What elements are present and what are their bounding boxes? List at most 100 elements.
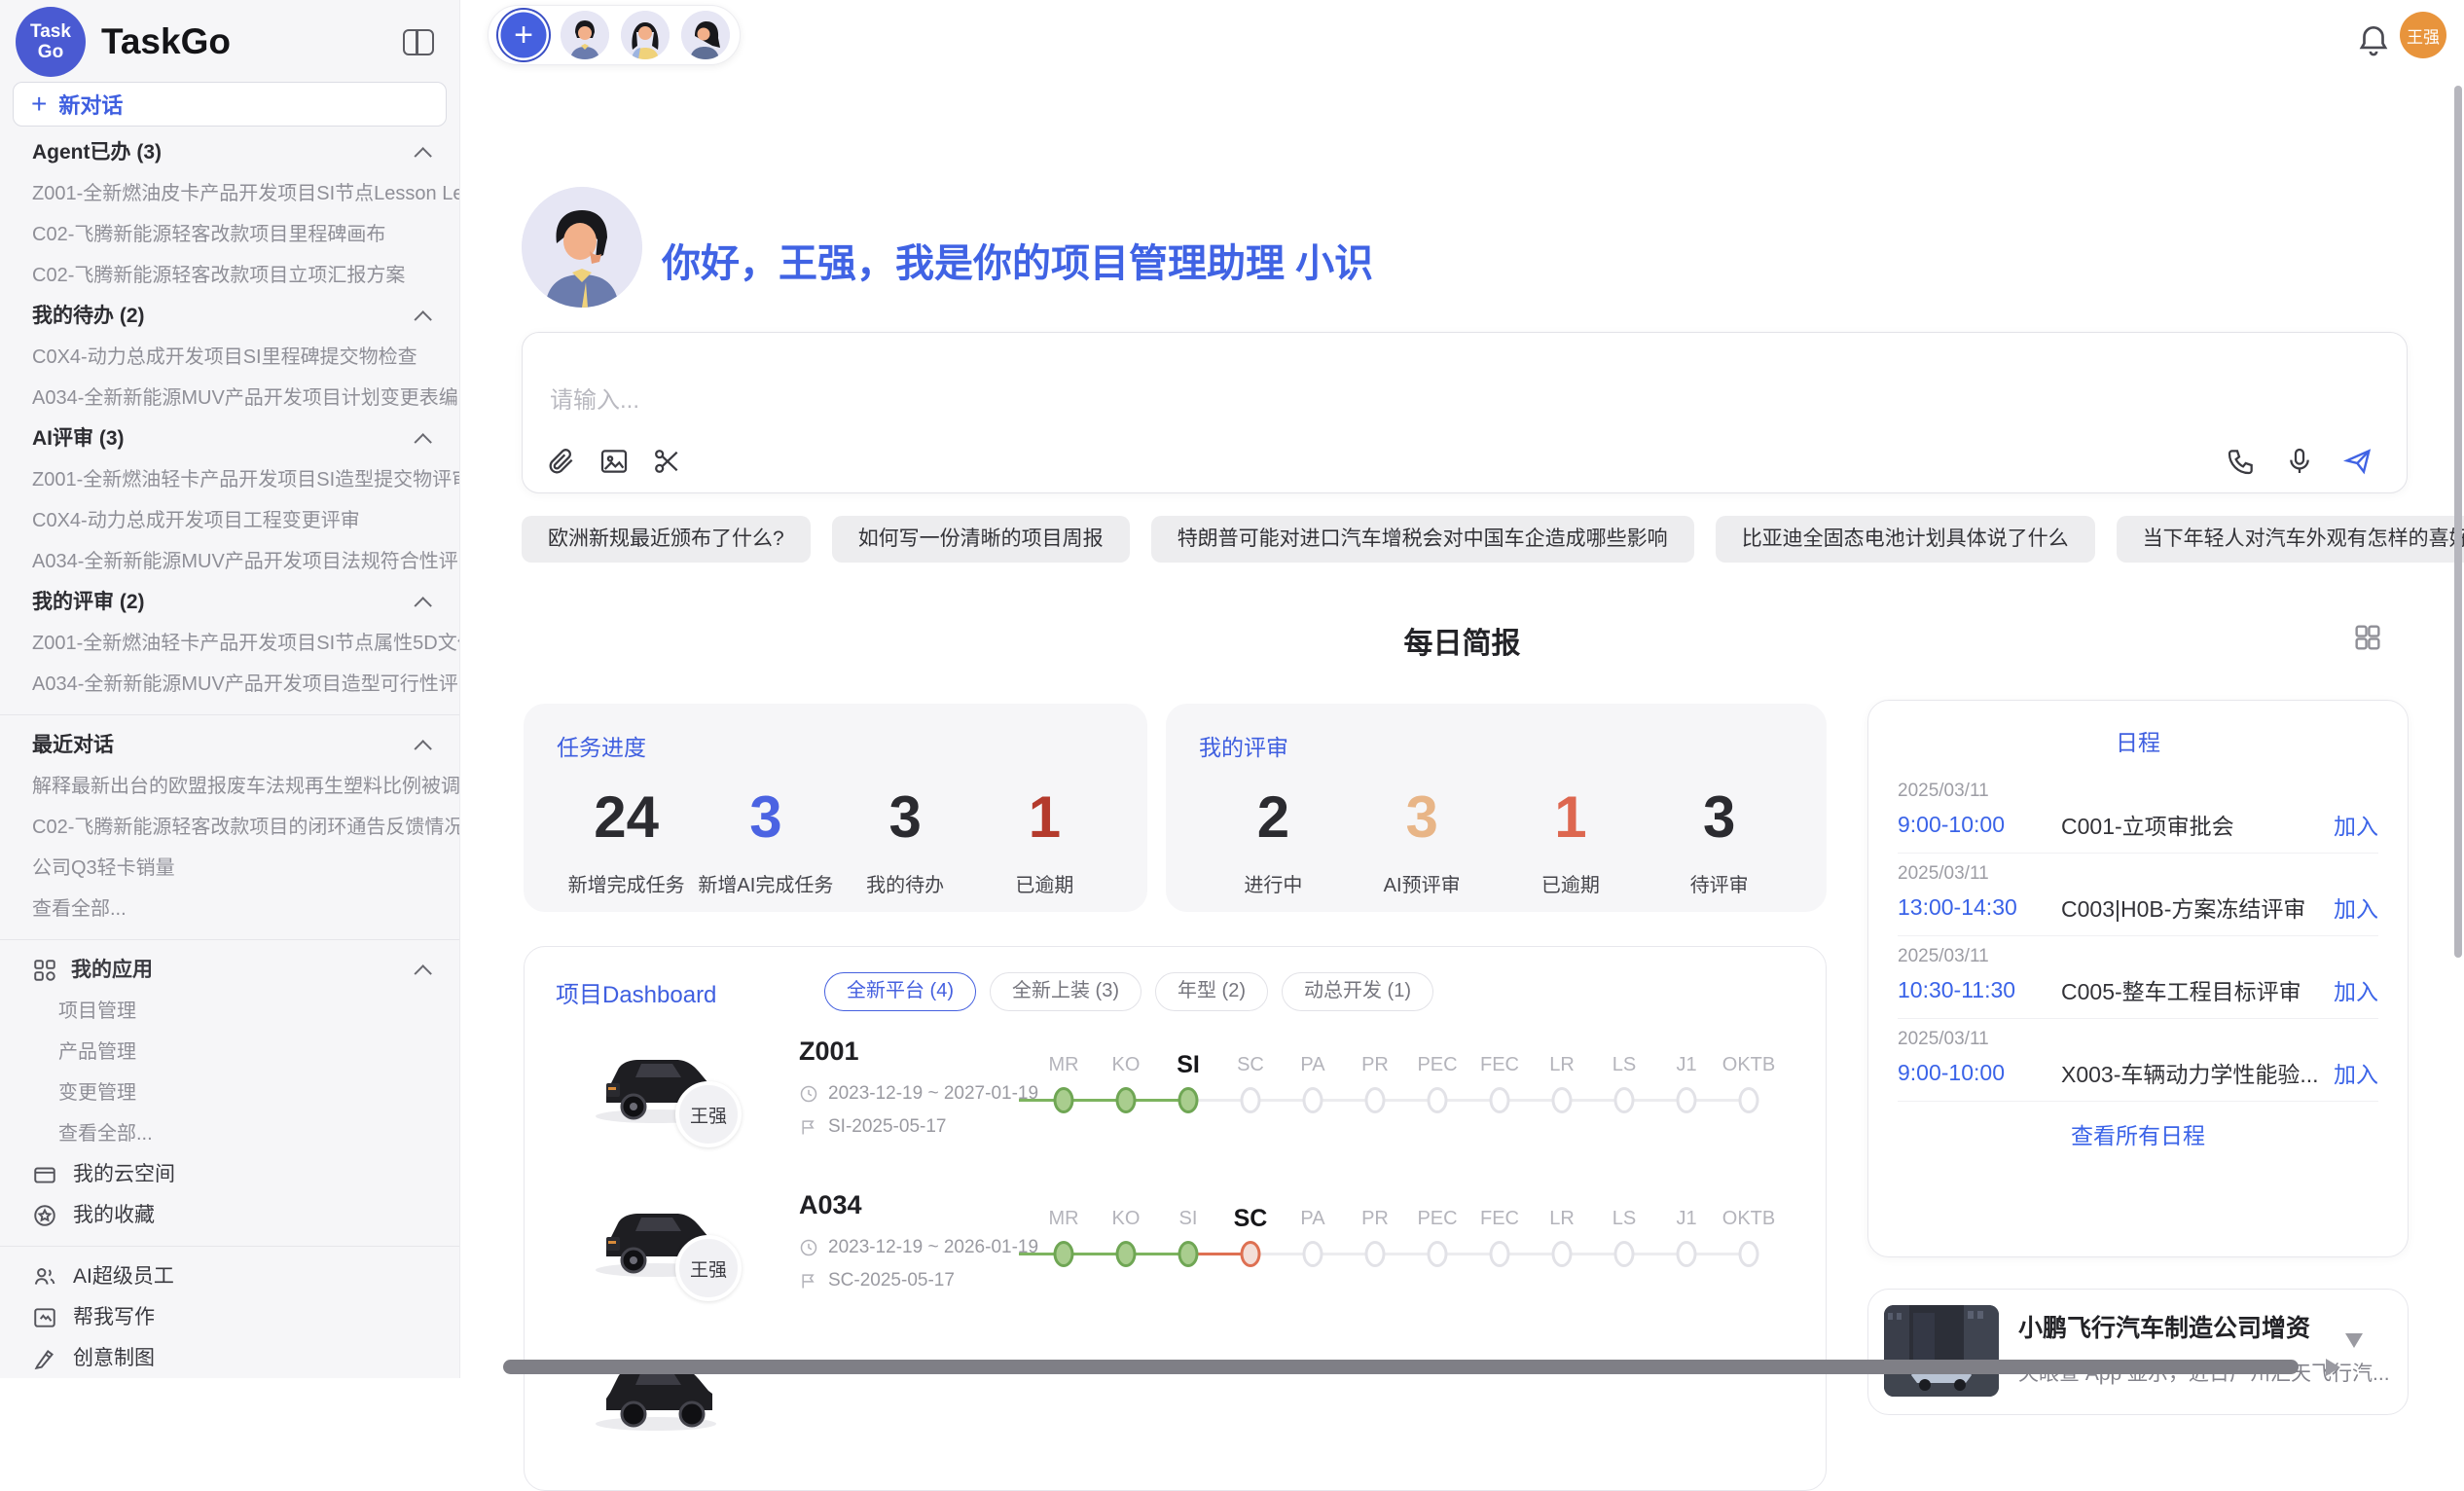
list-item[interactable]: Z001-全新燃油皮卡产品开发项目SI节点Lesson Learn报告	[0, 173, 459, 214]
suggestion-chip[interactable]: 特朗普可能对进口汽车增税会对中国车企造成哪些影响	[1151, 516, 1694, 563]
stat-my-todo: 3 我的待办	[836, 780, 975, 897]
section-my-review[interactable]: 我的评审 (2)	[0, 582, 459, 623]
milestone-dot	[1365, 1241, 1386, 1267]
suggestion-chip[interactable]: 如何写一份清晰的项目周报	[832, 516, 1130, 563]
sidebar-item-product-mgmt[interactable]: 产品管理	[0, 1032, 459, 1073]
sidebar-item-cloud-space[interactable]: 我的云空间	[0, 1154, 459, 1195]
chat-input[interactable]	[550, 387, 1912, 415]
event-name: C001-立项审批会	[2061, 808, 2334, 841]
sidebar-item-change-mgmt[interactable]: 变更管理	[0, 1073, 459, 1113]
list-item[interactable]: 公司Q3轻卡销量	[0, 848, 459, 889]
view-all-chats[interactable]: 查看全部...	[0, 889, 459, 929]
filter-new-platform[interactable]: 全新平台 (4)	[824, 972, 976, 1011]
schedule-title: 日程	[1898, 724, 2378, 757]
list-item[interactable]: 解释最新出台的欧盟报废车法规再生塑料比例被调至15%...	[0, 766, 459, 807]
dashboard-title: 项目Dashboard	[556, 975, 824, 1009]
new-chat-button[interactable]: + 新对话	[13, 82, 447, 127]
list-item[interactable]: Z001-全新燃油轻卡产品开发项目SI节点属性5D文件评审	[0, 623, 459, 664]
avatar[interactable]	[561, 11, 609, 59]
milestone-dot	[1677, 1241, 1697, 1267]
join-link[interactable]: 加入	[2334, 973, 2378, 1006]
input-tools-left	[546, 446, 682, 477]
flag-icon	[799, 1117, 818, 1137]
add-agent-button[interactable]: +	[498, 10, 549, 60]
scroll-down-arrow-icon[interactable]	[2345, 1333, 2363, 1348]
project-code: Z001	[799, 1036, 859, 1067]
notification-bell-icon[interactable]	[2355, 21, 2394, 60]
write-icon	[32, 1305, 57, 1330]
milestone-ls: LS	[1593, 1202, 1655, 1274]
event-name: X003-车辆动力学性能验...	[2061, 1056, 2334, 1089]
list-item[interactable]: A034-全新新能源MUV产品开发项目造型可行性评审	[0, 664, 459, 705]
scissors-icon[interactable]	[651, 446, 682, 477]
list-item[interactable]: C02-飞腾新能源轻客改款项目里程碑画布	[0, 214, 459, 255]
join-link[interactable]: 加入	[2334, 891, 2378, 924]
list-item[interactable]: A034-全新新能源MUV产品开发项目计划变更表编写	[0, 378, 459, 418]
list-item[interactable]: A034-全新新能源MUV产品开发项目法规符合性评审	[0, 541, 459, 582]
section-my-todo[interactable]: 我的待办 (2)	[0, 296, 459, 337]
filter-powertrain[interactable]: 动总开发 (1)	[1282, 972, 1433, 1011]
divider	[0, 714, 459, 715]
milestone-dot	[1614, 1241, 1635, 1267]
image-icon[interactable]	[598, 446, 630, 477]
avatar[interactable]	[621, 11, 670, 59]
schedule-card: 日程 2025/03/11 9:00-10:00 C001-立项审批会 加入 2…	[1867, 700, 2409, 1257]
divider	[0, 1246, 459, 1247]
section-agent-done[interactable]: Agent已办 (3)	[0, 132, 459, 173]
list-item[interactable]: C0X4-动力总成开发项目SI里程碑提交物检查	[0, 337, 459, 378]
sidebar-item-project-mgmt[interactable]: 项目管理	[0, 991, 459, 1032]
project-owner-badge: 王强	[675, 1081, 742, 1147]
app-title: TaskGo	[101, 21, 403, 62]
filter-year-model[interactable]: 年型 (2)	[1155, 972, 1268, 1011]
card-title: 任务进度	[557, 729, 1114, 762]
layout-grid-icon[interactable]	[2351, 621, 2384, 654]
milestone-pr: PR	[1344, 1048, 1406, 1120]
event-date: 2025/03/11	[1898, 863, 2378, 885]
user-avatar[interactable]: 王强	[2400, 12, 2446, 58]
phone-icon[interactable]	[2226, 446, 2257, 477]
section-my-apps[interactable]: 我的应用	[0, 950, 459, 991]
news-card[interactable]: 小鹏飞行汽车制造公司增资 天眼查 App 显示，近日广州汇天飞行汽...	[1867, 1289, 2409, 1415]
scroll-right-arrow-icon[interactable]	[2326, 1359, 2340, 1376]
send-icon[interactable]	[2342, 446, 2373, 477]
collapse-sidebar-icon[interactable]	[403, 29, 434, 55]
suggestion-chip[interactable]: 欧洲新规最近颁布了什么?	[522, 516, 811, 563]
project-row-partial[interactable]	[525, 1330, 1826, 1484]
list-item[interactable]: C0X4-动力总成开发项目工程变更评审	[0, 500, 459, 541]
attachment-icon[interactable]	[546, 446, 577, 477]
milestone-dot	[1178, 1087, 1199, 1113]
project-dates: 2023-12-19 ~ 2027-01-19	[799, 1083, 1038, 1105]
section-recent-chats[interactable]: 最近对话	[0, 725, 459, 766]
suggestion-chip[interactable]: 当下年轻人对汽车外观有怎样的喜好趋势	[2117, 516, 2464, 563]
list-item[interactable]: Z001-全新燃油轻卡产品开发项目SI造型提交物评审	[0, 459, 459, 500]
cloud-space-icon	[32, 1162, 57, 1187]
list-item[interactable]: C02-飞腾新能源轻客改款项目的闭环通告反馈情况	[0, 807, 459, 848]
milestone-dot	[1428, 1087, 1448, 1113]
avatar[interactable]	[681, 11, 730, 59]
section-ai-review[interactable]: AI评审 (3)	[0, 418, 459, 459]
microphone-icon[interactable]	[2284, 446, 2315, 477]
sidebar-item-favorites[interactable]: 我的收藏	[0, 1195, 459, 1236]
sidebar-item-creative-draw[interactable]: 创意制图	[0, 1338, 459, 1379]
milestone-pr: PR	[1344, 1202, 1406, 1274]
stat-pending-review: 3 待评审	[1645, 780, 1794, 897]
schedule-item: 2025/03/11 13:00-14:30 C003|H0B-方案冻结评审 加…	[1898, 854, 2378, 936]
view-all-apps[interactable]: 查看全部...	[0, 1113, 459, 1154]
milestone-ko: KO	[1095, 1048, 1157, 1120]
filter-new-body[interactable]: 全新上装 (3)	[990, 972, 1141, 1011]
milestone-oktb: OKTB	[1718, 1048, 1780, 1120]
join-link[interactable]: 加入	[2334, 808, 2378, 841]
view-all-schedule[interactable]: 查看所有日程	[1898, 1117, 2378, 1150]
horizontal-scrollbar[interactable]	[503, 1360, 2299, 1374]
join-link[interactable]: 加入	[2334, 1056, 2378, 1089]
milestone-lr: LR	[1531, 1048, 1593, 1120]
my-review-card: 我的评审 2 进行中 3 AI预评审 1 已逾期 3 待评审	[1166, 704, 1827, 912]
milestone-pec: PEC	[1406, 1048, 1468, 1120]
project-row[interactable]: 王强 A034 2023-12-19 ~ 2026-01-19 SC-2025-…	[525, 1177, 1826, 1330]
list-item[interactable]: C02-飞腾新能源轻客改款项目立项汇报方案	[0, 255, 459, 296]
project-row[interactable]: 王强 Z001 2023-12-19 ~ 2027-01-19 SI-2025-…	[525, 1023, 1826, 1177]
sidebar-item-ai-employee[interactable]: AI超级员工	[0, 1256, 459, 1297]
sidebar-item-write-helper[interactable]: 帮我写作	[0, 1297, 459, 1338]
suggestion-chip[interactable]: 比亚迪全固态电池计划具体说了什么	[1716, 516, 2095, 563]
vertical-scrollbar[interactable]	[2454, 86, 2462, 958]
